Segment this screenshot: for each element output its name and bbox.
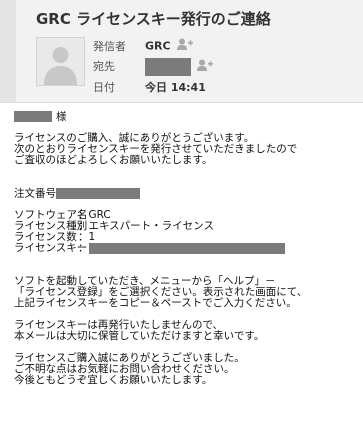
order-number-row: 注文番号 xyxy=(14,188,354,199)
date-value: 今日 14:41 xyxy=(145,81,206,94)
detail-row: ライセンスキー： xyxy=(14,243,354,254)
salutation: 様 xyxy=(14,111,354,122)
notice-line: 本メールは大切に保管していただけますと幸いです。 xyxy=(14,330,265,342)
intro-line: ご査収のほどよろしくお願いいたします。 xyxy=(14,154,213,166)
order-number-label: 注文番号 xyxy=(14,187,56,200)
sender-name[interactable]: GRC xyxy=(145,40,171,53)
name-redaction xyxy=(14,111,52,122)
avatar-icon xyxy=(36,37,85,86)
salutation-suffix: 様 xyxy=(56,110,67,123)
recipient-redaction xyxy=(145,58,191,76)
sender-label: 発信者 xyxy=(93,39,126,53)
recipient-label: 宛先 xyxy=(93,60,115,73)
date-label: 日付 xyxy=(93,81,115,94)
date-row: 日付 今日 14:41 xyxy=(93,80,206,96)
add-person-icon[interactable] xyxy=(197,59,214,76)
detail-label: ライセンスキー xyxy=(14,242,88,254)
instruction-line: 上記ライセンスキーをコピー＆ペーストでご入力ください。 xyxy=(14,297,297,309)
detail-value: エキスパート・ライセンス xyxy=(88,220,214,232)
email-subject: GRC ライセンスキー発行のご連絡 xyxy=(36,10,271,28)
closing-line: 今後ともどうぞ宜しくお願いいたします。 xyxy=(14,374,213,386)
recipient-row: 宛先 xyxy=(93,58,214,76)
order-number-redaction xyxy=(56,188,140,199)
sender-row: 発信者 GRC xyxy=(93,38,194,54)
license-key-redaction xyxy=(88,243,285,254)
header-accent xyxy=(0,0,16,102)
email-body: 様 ライセンスのご購入、誠にありがとうございます。 次のとおりライセンスキーを発… xyxy=(14,111,354,386)
email-header: GRC ライセンスキー発行のご連絡 発信者 GRC 宛先 日付 今日 14:41 xyxy=(0,0,363,103)
detail-value: 1 xyxy=(88,231,96,243)
add-person-icon[interactable] xyxy=(176,38,194,55)
